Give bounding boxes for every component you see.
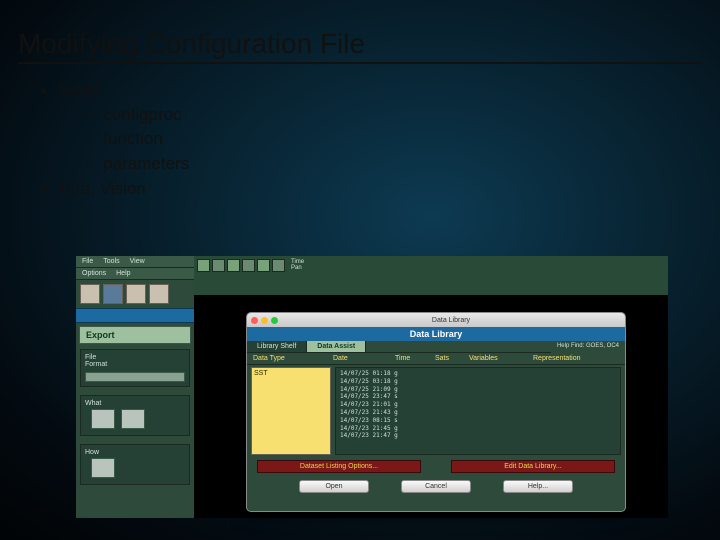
bullet-text: parameters xyxy=(103,154,189,173)
window-title: Data Library xyxy=(281,317,621,324)
bullet-text: configproc xyxy=(103,105,181,124)
zoom-icon[interactable] xyxy=(271,317,278,324)
menu-view[interactable]: View xyxy=(130,258,145,265)
tool-icon[interactable] xyxy=(272,259,285,272)
bullet-text: function xyxy=(103,129,163,148)
close-icon[interactable] xyxy=(251,317,258,324)
bullet-script: Script xyxy=(40,78,720,103)
tool-icon[interactable] xyxy=(103,284,123,304)
data-list: SST 14/07/25 01:18 g 14/07/25 03:18 g 14… xyxy=(247,365,625,457)
bullet-text: Script xyxy=(57,80,100,99)
list-item[interactable]: 14/07/25 03:18 g xyxy=(340,378,616,386)
bullet-parameters: parameters xyxy=(40,152,720,177)
col-vars: Variables xyxy=(469,355,533,362)
menubar-2: Options Help xyxy=(76,268,194,280)
bullet-configproc: configproc xyxy=(40,103,720,128)
menu-tools[interactable]: Tools xyxy=(103,258,119,265)
list-item[interactable]: 14/07/23 08:15 s xyxy=(340,417,616,425)
export-button[interactable]: Export xyxy=(79,326,191,344)
list-item[interactable]: 14/07/25 01:18 g xyxy=(340,370,616,378)
tool-icon[interactable] xyxy=(149,284,169,304)
help-find-hint: Help Find: GOES, OC4 xyxy=(551,341,625,353)
ruler-label: Time Pan xyxy=(291,259,304,271)
tab-data-assist[interactable]: Data Assist xyxy=(307,341,366,353)
how-panel: How xyxy=(80,444,190,485)
embedded-screenshot: File Tools View Options Help Export File… xyxy=(76,256,668,518)
menubar: File Tools View xyxy=(76,256,194,268)
col-time: Time xyxy=(395,355,435,362)
thumbnail-icon[interactable] xyxy=(91,409,115,429)
panel-label: What xyxy=(85,400,185,407)
list-item[interactable]: 14/07/23 21:01 g xyxy=(340,401,616,409)
label-text: Pan xyxy=(291,265,304,271)
list-item[interactable]: SST xyxy=(254,370,328,377)
open-button[interactable]: Open xyxy=(299,480,369,493)
window-titlebar: Data Library xyxy=(247,313,625,327)
tool-icon[interactable] xyxy=(126,284,146,304)
bullet-list: Script configproc function parameters Te… xyxy=(0,64,720,201)
options-row: Dataset Listing Options... Edit Data Lib… xyxy=(247,457,625,476)
col-rep: Representation xyxy=(533,355,619,362)
tool-icon[interactable] xyxy=(80,284,100,304)
col-type: Data Type xyxy=(253,355,333,362)
menu-help[interactable]: Help xyxy=(116,270,130,277)
dialog-buttons: Open Cancel Help... xyxy=(247,476,625,497)
app-sidebar: File Tools View Options Help Export File… xyxy=(76,256,194,518)
list-item[interactable]: 14/07/25 21:09 g xyxy=(340,386,616,394)
data-library-dialog: Data Library Data Library Library Shelf … xyxy=(246,312,626,512)
list-item[interactable]: 14/07/23 21:45 g xyxy=(340,425,616,433)
menu-options[interactable]: Options xyxy=(82,270,106,277)
bullet-teravision: Tera. Vision xyxy=(40,177,720,202)
bullet-function: function xyxy=(40,127,720,152)
cancel-button[interactable]: Cancel xyxy=(401,480,471,493)
slide-title: Modifying Configuration File xyxy=(18,28,702,64)
file-panel: File Format xyxy=(80,349,190,387)
col-date: Date xyxy=(333,355,395,362)
bullet-text: Tera. Vision xyxy=(57,179,146,198)
panel-label: File xyxy=(85,354,185,361)
thumbnail-icon[interactable] xyxy=(91,458,115,478)
data-rows-list[interactable]: 14/07/25 01:18 g 14/07/25 03:18 g 14/07/… xyxy=(335,367,621,455)
section-header xyxy=(76,308,194,323)
tool-icon[interactable] xyxy=(257,259,270,272)
list-item[interactable]: 14/07/23 21:47 g xyxy=(340,432,616,440)
menu-file[interactable]: File xyxy=(82,258,93,265)
thumbnail-icon[interactable] xyxy=(121,409,145,429)
help-button[interactable]: Help... xyxy=(503,480,573,493)
tab-row: Library Shelf Data Assist Help Find: GOE… xyxy=(247,341,625,353)
tool-icon[interactable] xyxy=(212,259,225,272)
tab-library-shelf[interactable]: Library Shelf xyxy=(247,341,307,353)
tool-icon[interactable] xyxy=(227,259,240,272)
tool-icon[interactable] xyxy=(242,259,255,272)
app-canvas: Time Pan Data Library Data Library Libra… xyxy=(194,256,668,518)
list-item[interactable]: 14/07/23 21:43 g xyxy=(340,409,616,417)
tool-icon[interactable] xyxy=(197,259,210,272)
dataset-listing-options-button[interactable]: Dataset Listing Options... xyxy=(257,460,421,473)
list-item[interactable]: 14/07/25 23:47 s xyxy=(340,393,616,401)
col-sats: Sats xyxy=(435,355,469,362)
format-dropdown[interactable] xyxy=(85,372,185,382)
top-toolbar: Time Pan xyxy=(194,256,668,296)
edit-data-library-button[interactable]: Edit Data Library... xyxy=(451,460,615,473)
what-panel: What xyxy=(80,395,190,436)
data-type-list[interactable]: SST xyxy=(251,367,331,455)
panel-label: How xyxy=(85,449,185,456)
panel-sublabel: Format xyxy=(85,361,185,368)
dialog-header: Data Library xyxy=(247,327,625,341)
toolbar xyxy=(76,280,194,308)
column-headers: Data Type Date Time Sats Variables Repre… xyxy=(247,353,625,365)
minimize-icon[interactable] xyxy=(261,317,268,324)
